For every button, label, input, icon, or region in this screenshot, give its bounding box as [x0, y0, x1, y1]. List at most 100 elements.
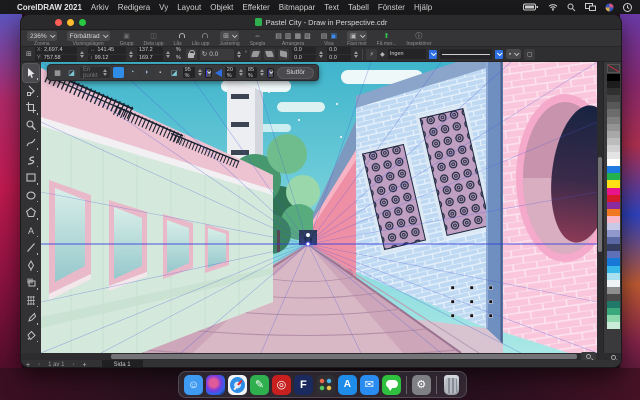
rotation-stepper[interactable]: [236, 50, 242, 58]
size-stepper[interactable]: [128, 50, 134, 58]
close-button[interactable]: [55, 18, 62, 26]
wifi-icon[interactable]: [548, 3, 558, 11]
origin-icon[interactable]: ⊞: [26, 50, 32, 58]
ungroup-icon[interactable]: ◫: [150, 32, 157, 41]
value2-stepper[interactable]: [238, 69, 243, 76]
palette-swatch[interactable]: [606, 152, 620, 160]
mirror-both-button[interactable]: [278, 48, 290, 60]
palette-swatch[interactable]: [606, 194, 620, 202]
fill-color-button[interactable]: [112, 67, 124, 78]
perspective-eraser-button[interactable]: ◪: [66, 67, 77, 78]
dock-app-store[interactable]: A: [337, 374, 357, 395]
menu-arkiv[interactable]: Arkiv: [91, 3, 109, 12]
menu-objekt[interactable]: Objekt: [210, 3, 233, 12]
x-position-field[interactable]: X: 2,697.4: [34, 47, 77, 54]
zoom-window-button[interactable]: [79, 18, 86, 26]
get-more-icon[interactable]: ⬆: [384, 32, 390, 41]
dock-font-manager[interactable]: F: [293, 374, 313, 395]
window-titlebar[interactable]: Pastel City - Draw in Perspective.cdr: [21, 15, 621, 30]
preset-stepper[interactable]: [102, 69, 107, 76]
dock-system-preferences[interactable]: ⚙: [411, 374, 431, 395]
plane-toggle-button[interactable]: ◑: [140, 67, 152, 78]
add-page-button-2[interactable]: +: [77, 362, 91, 368]
dock-trash[interactable]: [443, 374, 459, 395]
minimize-button[interactable]: [67, 18, 74, 26]
palette-swatch[interactable]: [606, 286, 620, 294]
line-style-dropdown[interactable]: [439, 49, 492, 59]
text-tool[interactable]: A: [23, 222, 39, 240]
group-icon[interactable]: ▣: [123, 32, 130, 41]
scale-x-field[interactable]: 137.2: [136, 47, 163, 54]
horizon-toggle-button[interactable]: ◔: [126, 67, 138, 78]
outline-width-dropdown[interactable]: Ingen: [387, 49, 426, 59]
palette-swatch[interactable]: [606, 279, 620, 287]
quick-effect-button[interactable]: ⚡: [366, 48, 378, 60]
ellipse-tool[interactable]: [23, 187, 39, 205]
width-field[interactable]: ↔ 141.45: [87, 47, 126, 54]
palette-swatch[interactable]: [606, 137, 620, 145]
line-color-swatch[interactable]: [267, 67, 275, 78]
palette-swatch[interactable]: [606, 272, 620, 280]
skew-y-field[interactable]: 0.0: [292, 54, 317, 61]
mirror-icon[interactable]: ⇔: [254, 32, 261, 41]
palette-swatch[interactable]: [606, 265, 620, 273]
extra-x-field[interactable]: 0.0: [327, 47, 352, 54]
horizontal-scrollbar[interactable]: [41, 353, 579, 360]
view-mode-dropdown[interactable]: Förbättrad: [66, 31, 110, 41]
drawing-canvas[interactable]: ▦ ◪ En punkt ◔ ◑ ▪ ◪ 95 % 20 % 85 % Slut…: [41, 62, 597, 353]
menu-layout[interactable]: Layout: [177, 3, 201, 12]
control-center-icon[interactable]: [605, 3, 614, 12]
scale-lock-button[interactable]: [185, 48, 197, 60]
artistic-media-tool[interactable]: [23, 152, 39, 170]
extra-stepper[interactable]: [354, 50, 359, 58]
palette-swatch[interactable]: [606, 322, 620, 330]
palette-swatch[interactable]: [606, 187, 620, 195]
perspective-preset-dropdown[interactable]: En punkt: [80, 67, 110, 79]
grid-dot-button[interactable]: ▪: [154, 67, 166, 78]
pen-tool[interactable]: [23, 257, 39, 275]
skew-x-field[interactable]: 0.0: [292, 47, 317, 54]
palette-swatch[interactable]: [606, 301, 620, 309]
mesh-fill-tool[interactable]: [23, 292, 39, 310]
page-tab[interactable]: Sida 1: [101, 360, 143, 367]
value3-field[interactable]: 85 %: [245, 67, 258, 79]
palette-swatch[interactable]: [606, 180, 620, 188]
show-page-icon[interactable]: ▣: [330, 32, 337, 41]
dock-finder[interactable]: ☺: [184, 374, 203, 395]
eraser2-button[interactable]: ◪: [168, 67, 180, 78]
palette-swatch[interactable]: [606, 74, 620, 82]
y-position-field[interactable]: Y: 757.58: [34, 54, 77, 61]
screen-mirroring-icon[interactable]: [585, 3, 596, 11]
interactive-fill-tool[interactable]: [23, 274, 39, 292]
line-tool[interactable]: [23, 239, 39, 257]
position-stepper[interactable]: [79, 50, 85, 58]
palette-swatch[interactable]: [606, 95, 620, 103]
palette-swatch[interactable]: [606, 144, 620, 153]
no-color-swatch[interactable]: [606, 64, 620, 73]
palette-swatch[interactable]: [606, 116, 620, 124]
scale-stepper[interactable]: [165, 50, 171, 58]
arrange-forward-icon[interactable]: ▦: [295, 32, 302, 41]
menu-fonster[interactable]: Fönster: [378, 3, 405, 12]
menu-tabell[interactable]: Tabell: [348, 3, 369, 12]
palette-swatch[interactable]: [606, 293, 620, 301]
search-icon[interactable]: [567, 3, 576, 12]
palette-swatch[interactable]: [606, 315, 620, 323]
palette-swatch[interactable]: [606, 166, 620, 174]
height-field[interactable]: ↕ 99.12: [87, 54, 126, 61]
palette-swatch[interactable]: [606, 173, 620, 181]
dock-mail[interactable]: ✉: [359, 374, 379, 395]
arrow-style-dropdown[interactable]: ▪: [505, 49, 522, 59]
palette-swatch[interactable]: [606, 109, 620, 117]
palette-swatch[interactable]: [606, 123, 620, 131]
prev-page-button[interactable]: ‹: [35, 362, 43, 367]
palette-swatch[interactable]: [606, 130, 620, 138]
fill-tool[interactable]: [23, 327, 39, 345]
next-page-button[interactable]: ›: [69, 362, 77, 367]
align-dropdown[interactable]: ⊞: [220, 31, 239, 41]
polygon-tool[interactable]: [23, 204, 39, 222]
palette-swatch[interactable]: [606, 215, 620, 223]
crop-tool[interactable]: [23, 99, 39, 117]
dock-messages[interactable]: [381, 374, 401, 395]
palette-swatch[interactable]: [606, 88, 620, 96]
